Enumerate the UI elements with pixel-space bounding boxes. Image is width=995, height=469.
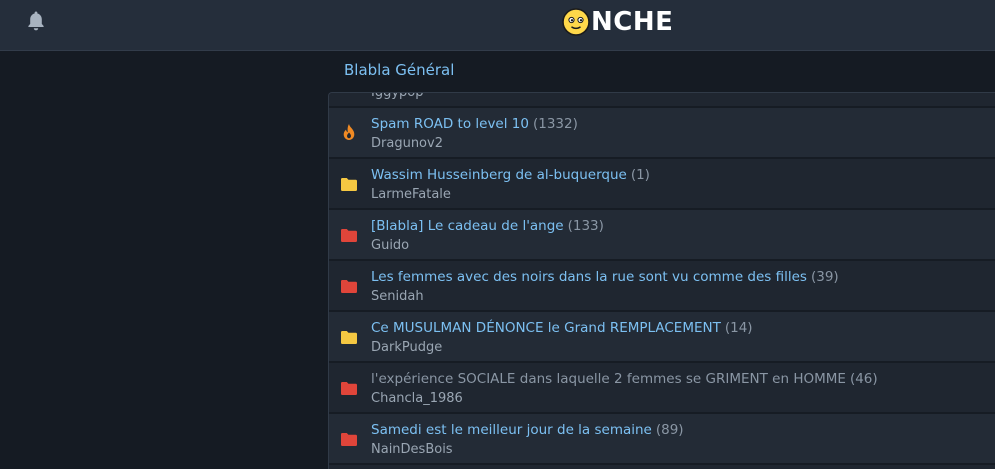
topic-title-line: Les femmes avec des noirs dans la rue so… [371,269,839,286]
topic-author[interactable]: Dragunov2 [371,136,443,151]
bell-icon[interactable] [26,10,46,32]
topic-reply-count: (14) [724,320,753,336]
topic-title-line: [Blabla] Le cadeau de l'ange (133) [371,218,604,235]
topic-title-line: l'expérience SOCIALE dans laquelle 2 fem… [371,371,878,388]
smiley-logo-icon [562,8,590,36]
topic-title-link[interactable]: Wassim Husseinberg de al-buquerque [371,167,627,183]
topic-title-line: Wassim Husseinberg de al-buquerque (1) [371,167,650,184]
topic-author[interactable]: NainDesBois [371,442,453,457]
topic-reply-count: (46) [849,371,878,387]
topic-reply-count: (1332) [532,116,578,132]
folder-red-icon [341,229,357,242]
topic-title-line: Samedi est le meilleur jour de la semain… [371,422,684,439]
topic-author[interactable]: LarmeFatale [371,187,451,202]
fire-icon [343,124,355,140]
logo-text: NCHE [591,7,674,37]
folder-red-icon [341,382,357,395]
topic-row[interactable]: Wassim Husseinberg de al-buquerque (1) Lar… [329,159,995,210]
topic-title-link[interactable]: Les femmes avec des noirs dans la rue so… [371,269,807,285]
folder-yellow-icon [341,178,357,191]
folder-red-icon [341,280,357,293]
topic-author[interactable]: DarkPudge [371,340,442,355]
topic-title-link[interactable]: Spam ROAD to level 10 [371,116,529,132]
topic-title-line: Ce MUSULMAN DÉNONCE le Grand REMPLACEMEN… [371,320,753,337]
folder-red-icon [341,433,357,446]
topic-row[interactable]: l'expérience SOCIALE dans laquelle 2 fem… [329,363,995,414]
site-logo[interactable]: NCHE [562,7,673,37]
topic-author[interactable]: Senidah [371,289,424,304]
topic-author[interactable]: Chancla_1986 [371,391,463,406]
topic-reply-count: (39) [810,269,839,285]
topic-reply-count: (1) [630,167,650,183]
topic-row[interactable]: Samedi est le meilleur jour de la semain… [329,414,995,465]
topic-title-link[interactable]: l'expérience SOCIALE dans laquelle 2 fem… [371,371,846,387]
topic-title-link[interactable]: Samedi est le meilleur jour de la semain… [371,422,652,438]
topic-row[interactable]: Les femmes avec des noirs dans la rue so… [329,261,995,312]
topic-row[interactable]: Ce MUSULMAN DÉNONCE le Grand REMPLACEMEN… [329,312,995,363]
topic-list: (...)Iggypop Spam ROAD to level 10(1332) D… [329,93,995,465]
forum-title[interactable]: Blabla Général [344,61,454,79]
top-bar: NCHE [0,0,995,51]
topic-row[interactable]: Spam ROAD to level 10 (1332) Dragunov2 [329,108,995,159]
topic-title-link[interactable]: [Blabla] Le cadeau de l'ange [371,218,564,234]
topic-title-link[interactable]: Ce MUSULMAN DÉNONCE le Grand REMPLACEMEN… [371,320,721,336]
topic-author[interactable]: Guido [371,238,409,253]
topic-reply-count: (89) [655,422,684,438]
topic-title-line: Spam ROAD to level 10 (1332) [371,116,578,133]
topic-row[interactable]: [Blabla] Le cadeau de l'ange (133) Guido [329,210,995,261]
topic-list-panel: (...)Iggypop Spam ROAD to level 10(1332) D… [328,92,995,469]
topic-reply-count: (133) [567,218,604,234]
topic-author[interactable]: Iggypop [371,93,424,100]
topic-row[interactable]: (...)Iggypop [329,93,995,108]
folder-yellow-icon [341,331,357,344]
